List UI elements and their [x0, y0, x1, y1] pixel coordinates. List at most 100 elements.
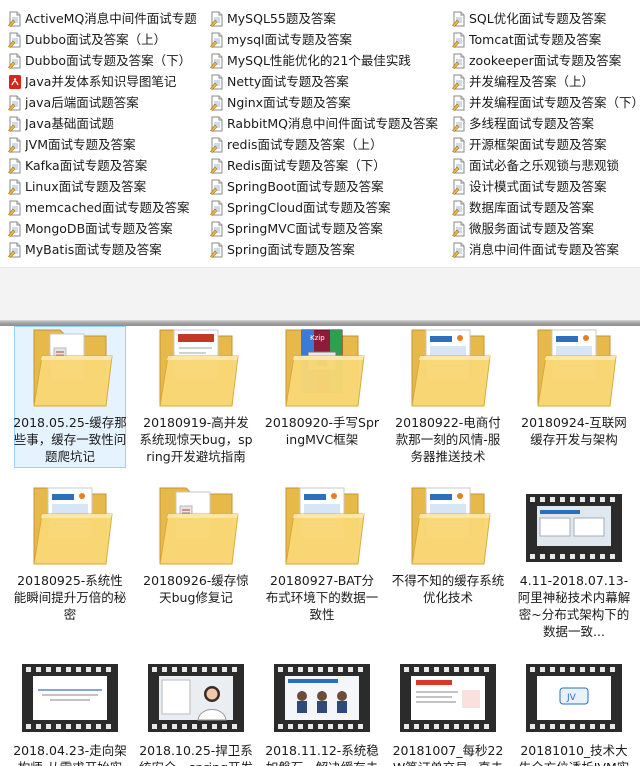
word-doc-icon: [210, 116, 224, 132]
file-list-item[interactable]: redis面试专题及答案（上）: [210, 134, 450, 155]
file-list-item[interactable]: 并发编程及答案（上）: [452, 71, 640, 92]
word-doc-icon: [8, 179, 22, 195]
video-thumbnail-icon: [524, 494, 624, 580]
item-label: 20180926-缓存惊天bug修复记: [143, 573, 249, 605]
folder-icon: [20, 326, 120, 412]
folder-item[interactable]: 20180919-高并发系统现惊天bug，spring开发避坑指南: [134, 326, 258, 465]
video-file-item[interactable]: 20181007_每秒22W笔订单交易~直击京东平台性: [386, 654, 510, 766]
file-name: redis面试专题及答案（上）: [227, 137, 383, 152]
file-list-item[interactable]: SQL优化面试专题及答案: [452, 8, 640, 29]
file-list-item[interactable]: Dubbo面试专题及答案（下）: [8, 50, 208, 71]
folder-item[interactable]: 20180926-缓存惊天bug修复记: [134, 484, 258, 606]
video-thumbnail-icon: [398, 664, 498, 750]
file-name: mysql面试专题及答案: [227, 32, 352, 47]
file-name: 微服务面试专题及答案: [469, 221, 595, 236]
folder-item[interactable]: 20180927-BAT分布式环境下的数据一致性: [260, 484, 384, 623]
folder-icon: [398, 326, 498, 412]
file-list-item[interactable]: Nginx面试专题及答案: [210, 92, 450, 113]
file-list-item[interactable]: MySQL性能优化的21个最佳实践: [210, 50, 450, 71]
word-doc-icon: [8, 137, 22, 153]
file-list-empty-area: [0, 268, 640, 320]
file-name: ActiveMQ消息中间件面试专题: [25, 11, 197, 26]
file-list-item[interactable]: MySQL55题及答案: [210, 8, 450, 29]
folder-item[interactable]: Kzip 20180920-手写SpringMVC框架: [260, 326, 384, 448]
word-doc-icon: [452, 53, 466, 69]
word-doc-icon: [452, 137, 466, 153]
folder-item[interactable]: 2018.05.25-缓存那些事，缓存一致性问题爬坑记: [8, 326, 132, 468]
file-list-column-2: MySQL55题及答案 mysql面试专题及答案 MySQL性能优化的21个最佳实践…: [210, 8, 450, 260]
file-list-item[interactable]: 开源框架面试专题及答案: [452, 134, 640, 155]
folder-icon: [146, 484, 246, 570]
file-list-item[interactable]: MyBatis面试专题及答案: [8, 239, 208, 260]
word-doc-icon: [210, 221, 224, 237]
word-doc-icon: [452, 158, 466, 174]
folder-icon: [272, 484, 372, 570]
file-list-item[interactable]: mysql面试专题及答案: [210, 29, 450, 50]
file-list-item[interactable]: java后端面试题答案: [8, 92, 208, 113]
file-list-item[interactable]: Linux面试专题及答案: [8, 176, 208, 197]
file-list-item[interactable]: Dubbo面试及答案（上）: [8, 29, 208, 50]
file-list-item[interactable]: 面试必备之乐观锁与悲观锁: [452, 155, 640, 176]
folder-item[interactable]: 20180924-互联网缓存开发与架构: [512, 326, 636, 448]
folder-item[interactable]: 不得不知的缓存系统优化技术: [386, 484, 510, 606]
file-list-item[interactable]: 消息中间件面试专题及答案: [452, 239, 640, 260]
file-list-item[interactable]: Spring面试专题及答案: [210, 239, 450, 260]
word-doc-icon: [210, 158, 224, 174]
file-list-item[interactable]: 多线程面试专题及答案: [452, 113, 640, 134]
file-list-column-3: SQL优化面试专题及答案 Tomcat面试专题及答案 zookeeper面试专题及答…: [452, 8, 640, 260]
video-thumbnail-icon: JV: [524, 664, 624, 750]
word-doc-icon: [210, 137, 224, 153]
file-list-pane: ActiveMQ消息中间件面试专题 Dubbo面试及答案（上） Dubbo面试专题及…: [0, 0, 640, 268]
file-list-item[interactable]: Redis面试专题及答案（下）: [210, 155, 450, 176]
item-label: 2018.04.23-走向架构师-从需求开始实现通用的并: [13, 743, 127, 766]
file-name: Nginx面试专题及答案: [227, 95, 351, 110]
item-label: 4.11-2018.07.13-阿里神秘技术内幕解密~分布式架构下的数据一致..…: [517, 573, 631, 639]
video-file-item[interactable]: 4.11-2018.07.13-阿里神秘技术内幕解密~分布式架构下的数据一致..…: [512, 484, 636, 640]
word-doc-icon: [210, 179, 224, 195]
word-doc-icon: [210, 32, 224, 48]
item-label: 2018.10.25-捍卫系统安全，spring开发你必: [139, 743, 253, 766]
word-doc-icon: [8, 53, 22, 69]
item-label: 不得不知的缓存系统优化技术: [391, 573, 505, 605]
item-label: 20180922-电商付款那一刻的风情-服务器推送技术: [395, 415, 501, 464]
file-list-item[interactable]: 数据库面试专题及答案: [452, 197, 640, 218]
file-list-item[interactable]: 并发编程面试专题及答案（下）: [452, 92, 640, 113]
file-list-item[interactable]: RabbitMQ消息中间件面试专题及答案: [210, 113, 450, 134]
file-list-item[interactable]: MongoDB面试专题及答案: [8, 218, 208, 239]
file-list-item[interactable]: Kafka面试专题及答案: [8, 155, 208, 176]
file-list-item[interactable]: Java并发体系知识导图笔记: [8, 71, 208, 92]
file-name: 面试必备之乐观锁与悲观锁: [469, 158, 620, 173]
folder-item[interactable]: 20180922-电商付款那一刻的风情-服务器推送技术: [386, 326, 510, 465]
file-name: Dubbo面试专题及答案（下）: [25, 53, 192, 68]
file-list-item[interactable]: memcached面试专题及答案: [8, 197, 208, 218]
file-list-item[interactable]: 设计模式面试专题及答案: [452, 176, 640, 197]
video-thumbnail-icon: [272, 664, 372, 750]
file-list-item[interactable]: Java基础面试题: [8, 113, 208, 134]
file-list-item[interactable]: SpringBoot面试专题及答案: [210, 176, 450, 197]
file-list-item[interactable]: ActiveMQ消息中间件面试专题: [8, 8, 208, 29]
file-name: Java并发体系知识导图笔记: [25, 74, 177, 89]
file-list-item[interactable]: 微服务面试专题及答案: [452, 218, 640, 239]
word-doc-icon: [210, 74, 224, 90]
file-name: 数据库面试专题及答案: [469, 200, 595, 215]
word-doc-icon: [452, 32, 466, 48]
file-list-item[interactable]: JVM面试专题及答案: [8, 134, 208, 155]
video-file-item[interactable]: 2018.10.25-捍卫系统安全，spring开发你必: [134, 654, 258, 766]
video-thumbnail-icon: [20, 664, 120, 750]
file-name: 设计模式面试专题及答案: [469, 179, 607, 194]
file-list-item[interactable]: SpringCloud面试专题及答案: [210, 197, 450, 218]
word-doc-icon: [452, 11, 466, 27]
file-list-item[interactable]: SpringMVC面试专题及答案: [210, 218, 450, 239]
word-doc-icon: [8, 200, 22, 216]
file-list-item[interactable]: zookeeper面试专题及答案: [452, 50, 640, 71]
video-file-item[interactable]: 2018.04.23-走向架构师-从需求开始实现通用的并: [8, 654, 132, 766]
item-label: 20180919-高并发系统现惊天bug，spring开发避坑指南: [139, 415, 253, 464]
file-name: JVM面试专题及答案: [25, 137, 136, 152]
file-list-item[interactable]: Tomcat面试专题及答案: [452, 29, 640, 50]
file-name: Java基础面试题: [25, 116, 114, 131]
folder-item[interactable]: 20180925-系统性能瞬间提升万倍的秘密: [8, 484, 132, 623]
video-file-item[interactable]: 2018.11.12-系统稳如磐石，解决缓存击穿的终极: [260, 654, 384, 766]
file-name: Spring面试专题及答案: [227, 242, 355, 257]
file-list-item[interactable]: Netty面试专题及答案: [210, 71, 450, 92]
video-file-item[interactable]: JV 20181010_技术大牛全方位透析JVM实现原理: [512, 654, 636, 766]
